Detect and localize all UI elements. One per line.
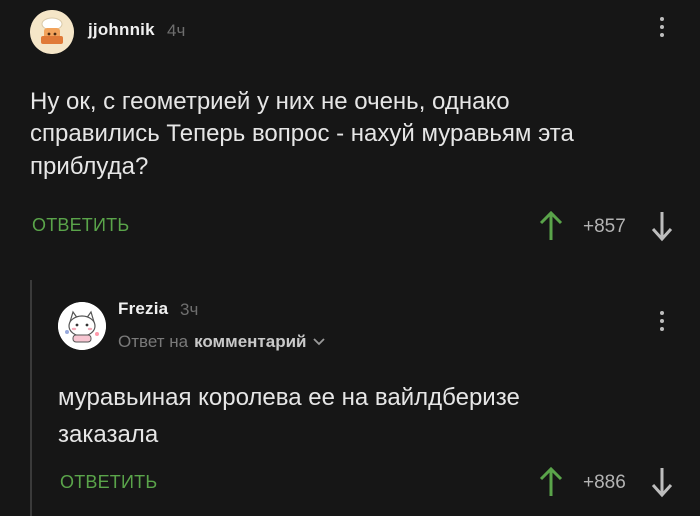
comment-time: 4ч — [167, 21, 186, 40]
user-avatar[interactable] — [58, 302, 106, 350]
arrow-up-icon — [539, 466, 563, 496]
reply-button[interactable]: ОТВЕТИТЬ — [60, 472, 157, 493]
chef-avatar-icon — [30, 10, 74, 54]
username[interactable]: jjohnnik — [88, 20, 155, 40]
upvote-button[interactable] — [538, 210, 564, 242]
chevron-down-icon — [313, 338, 326, 346]
arrow-down-icon — [651, 212, 673, 242]
comment-text: Ну ок, с геометрией у них не очень, одна… — [30, 88, 574, 180]
thread-line — [30, 280, 32, 516]
downvote-button[interactable] — [650, 466, 674, 498]
reply-to-prefix: Ответ на — [118, 332, 189, 351]
reply-button[interactable]: ОТВЕТИТЬ — [32, 215, 129, 236]
comment-time: 3ч — [180, 300, 199, 319]
comment-menu-icon[interactable] — [657, 17, 667, 37]
reply-to-target[interactable]: комментарий — [194, 332, 306, 352]
comment-text: муравьиная королева ее на вайлдберизе за… — [58, 384, 520, 449]
vote-score: +857 — [583, 216, 626, 237]
arrow-down-icon — [651, 468, 673, 498]
downvote-button[interactable] — [650, 210, 674, 242]
upvote-button[interactable] — [538, 466, 564, 498]
user-avatar[interactable] — [30, 10, 74, 54]
vote-score: +886 — [583, 472, 626, 493]
arrow-up-icon — [539, 210, 563, 240]
reply-to-link[interactable]: Ответ на комментарий — [118, 332, 326, 352]
comment-menu-icon[interactable] — [657, 311, 667, 331]
cat-avatar-icon — [58, 302, 106, 350]
username[interactable]: Frezia — [118, 299, 168, 319]
